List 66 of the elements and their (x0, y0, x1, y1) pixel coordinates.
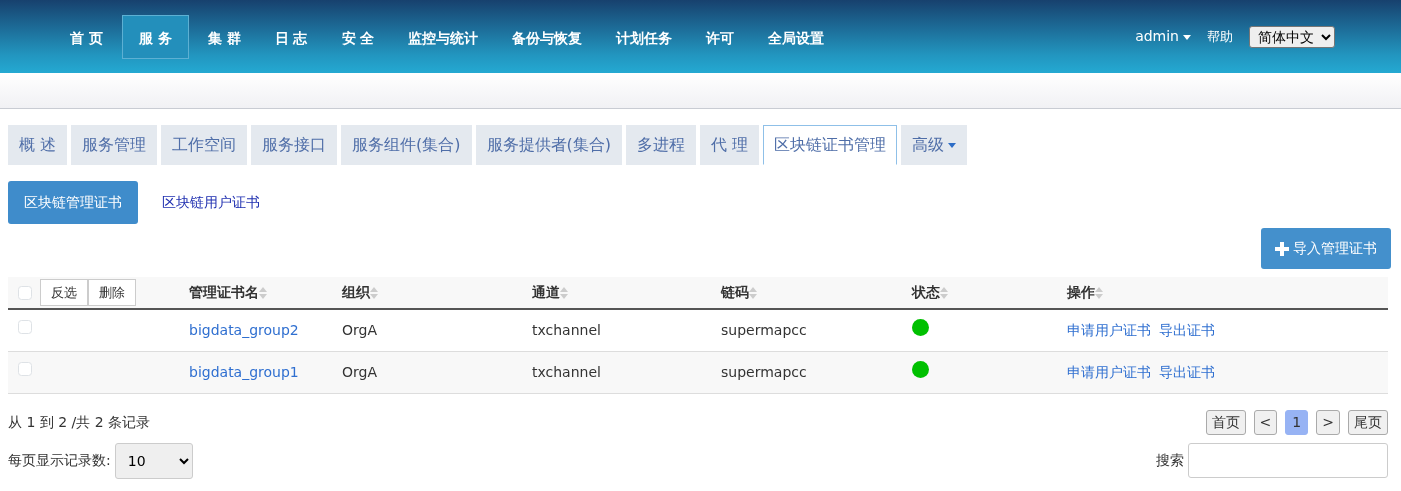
table-cell: txchannel (532, 321, 601, 338)
page-button[interactable]: < (1253, 409, 1278, 435)
page-size-select[interactable]: 10 (114, 442, 193, 479)
column-header[interactable]: 组织 (342, 282, 370, 303)
search-field[interactable] (1188, 443, 1388, 478)
nav-item[interactable]: 计划任务 (601, 14, 688, 59)
column-header[interactable]: 状态 (912, 282, 940, 303)
nav-item[interactable]: 服 务 (121, 14, 189, 59)
tab[interactable]: 工作空间 (161, 125, 248, 165)
tab[interactable]: 服务提供者(集合) (475, 125, 623, 165)
search-label: 搜索 (1156, 451, 1184, 470)
table-cell: txchannel (532, 363, 601, 380)
nav-item[interactable]: 监控与统计 (393, 14, 494, 59)
page-button[interactable]: > (1316, 409, 1340, 435)
record-summary: 从 1 到 2 /共 2 条记录 (8, 412, 151, 432)
page-button[interactable]: 1 (1285, 409, 1309, 435)
tab[interactable]: 多进程 (626, 125, 697, 165)
bulk-action-button[interactable]: 删除 (88, 278, 136, 307)
row-checkbox[interactable] (18, 361, 32, 376)
page-button[interactable]: 尾页 (1348, 409, 1388, 435)
import-button[interactable]: 导入管理证书 (1261, 228, 1391, 269)
nav-item[interactable]: 全局设置 (753, 14, 840, 59)
action-link[interactable]: 申请用户证书 (1067, 319, 1151, 341)
action-link[interactable]: 申请用户证书 (1067, 361, 1151, 383)
nav-item[interactable]: 集 群 (192, 14, 256, 59)
sort-icon[interactable] (370, 285, 378, 300)
row-checkbox[interactable] (18, 319, 32, 334)
tab[interactable]: 区块链证书管理 (763, 125, 898, 165)
language-select[interactable]: 简体中文 (1249, 25, 1335, 48)
page-button[interactable]: 首页 (1205, 409, 1246, 435)
tab[interactable]: 高级 (901, 125, 968, 165)
sub-tab[interactable]: 区块链用户证书 (146, 181, 276, 224)
user-menu[interactable]: admin (1135, 26, 1191, 47)
action-link[interactable]: 导出证书 (1159, 361, 1215, 383)
sort-icon[interactable] (259, 285, 267, 300)
caret-icon (948, 143, 957, 148)
sort-icon[interactable] (560, 285, 568, 300)
sub-tab[interactable]: 区块链管理证书 (8, 181, 138, 224)
tab[interactable]: 服务接口 (251, 125, 338, 165)
page-size-label: 每页显示记录数: (8, 451, 111, 470)
sort-icon[interactable] (1095, 285, 1103, 300)
certificate-link[interactable]: bigdata_group2 (189, 321, 299, 338)
nav-item[interactable]: 日 志 (259, 14, 323, 59)
nav-item[interactable]: 备份与恢复 (497, 14, 598, 59)
sort-icon[interactable] (940, 285, 948, 300)
bulk-action-button[interactable]: 反选 (40, 278, 88, 307)
nav-item[interactable]: 安 全 (326, 14, 390, 59)
column-header[interactable]: 通道 (532, 282, 560, 303)
select-all-checkbox[interactable] (18, 285, 32, 300)
help-link[interactable]: 帮助 (1207, 26, 1233, 47)
tab[interactable]: 代 理 (700, 125, 760, 165)
sort-icon[interactable] (749, 285, 757, 300)
nav-item[interactable]: 首 页 (55, 14, 118, 59)
table-cell: OrgA (342, 321, 377, 338)
tab[interactable]: 概 述 (8, 125, 68, 165)
action-link[interactable]: 导出证书 (1159, 319, 1215, 341)
tab[interactable]: 服务组件(集合) (341, 125, 472, 165)
nav-item[interactable]: 许可 (691, 14, 750, 59)
table-cell: supermapcc (721, 363, 807, 380)
plus-icon (1275, 241, 1289, 256)
column-header[interactable]: 操作 (1067, 282, 1095, 303)
tab[interactable]: 服务管理 (71, 125, 158, 165)
column-header[interactable]: 链码 (721, 282, 749, 303)
caret-icon (1183, 34, 1191, 40)
table-cell: OrgA (342, 363, 377, 380)
table-cell: supermapcc (721, 321, 807, 338)
